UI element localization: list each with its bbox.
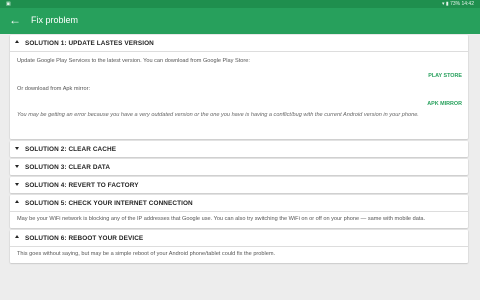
solution-title: SOLUTION 6: REBOOT YOUR DEVICE <box>25 234 144 242</box>
solution-header-6[interactable]: SOLUTION 6: REBOOT YOUR DEVICE <box>10 230 468 246</box>
app-toolbar: ← Fix problem <box>0 8 480 34</box>
solution-text: May be your WiFi network is blocking any… <box>17 215 426 222</box>
solution-card-4: SOLUTION 4: REVERT TO FACTORY <box>10 177 468 193</box>
solution-card-2: SOLUTION 2: CLEAR CACHE <box>10 141 468 157</box>
battery-icon: ▮ <box>445 1 449 7</box>
back-arrow-icon[interactable]: ← <box>9 14 21 26</box>
divider <box>10 246 468 247</box>
solution-header-5[interactable]: SOLUTION 5: CHECK YOUR INTERNET CONNECTI… <box>10 195 468 211</box>
chevron-down-icon <box>15 164 19 168</box>
solution-header-1[interactable]: SOLUTION 1: UPDATE LASTES VERSION <box>10 35 468 51</box>
solution-header-2[interactable]: SOLUTION 2: CLEAR CACHE <box>10 141 468 157</box>
solution-text: Update Google Play Services to the lates… <box>17 57 250 64</box>
play-store-button[interactable]: PLAY STORE <box>10 73 468 79</box>
solution-text: This goes without saying, but may be a s… <box>17 250 276 257</box>
chevron-down-icon <box>15 182 19 186</box>
solution-card-1: SOLUTION 1: UPDATE LASTES VERSION Update… <box>10 35 468 139</box>
solution-text: Or download from Apk mirror: <box>17 85 91 92</box>
chevron-up-icon <box>15 235 19 238</box>
wifi-icon: ▾ <box>442 1 445 7</box>
clock: 14:42 <box>461 1 474 7</box>
status-right: ▾ ▮ 73% 14:42 <box>442 1 474 7</box>
image-icon: ▣ <box>6 1 11 7</box>
chevron-up-icon <box>15 40 19 43</box>
status-bar: ▣ ▾ ▮ 73% 14:42 <box>0 0 480 8</box>
page-title: Fix problem <box>31 15 79 25</box>
solution-title: SOLUTION 2: CLEAR CACHE <box>25 145 117 153</box>
chevron-down-icon <box>15 146 19 150</box>
solution-header-4[interactable]: SOLUTION 4: REVERT TO FACTORY <box>10 177 468 193</box>
solution-card-6: SOLUTION 6: REBOOT YOUR DEVICE This goes… <box>10 230 468 263</box>
solution-card-3: SOLUTION 3: CLEAR DATA <box>10 159 468 175</box>
divider <box>10 51 468 52</box>
apk-mirror-button[interactable]: APK MIRROR <box>10 101 468 107</box>
battery-level: 73% <box>450 1 461 7</box>
solution-card-5: SOLUTION 5: CHECK YOUR INTERNET CONNECTI… <box>10 195 468 228</box>
divider <box>10 211 468 212</box>
solution-title: SOLUTION 1: UPDATE LASTES VERSION <box>25 39 154 47</box>
solutions-list: SOLUTION 1: UPDATE LASTES VERSION Update… <box>10 35 468 265</box>
solution-title: SOLUTION 4: REVERT TO FACTORY <box>25 181 139 189</box>
solution-title: SOLUTION 3: CLEAR DATA <box>25 163 111 171</box>
solution-note: You may be getting an error because you … <box>17 111 419 118</box>
solution-header-3[interactable]: SOLUTION 3: CLEAR DATA <box>10 159 468 175</box>
solution-title: SOLUTION 5: CHECK YOUR INTERNET CONNECTI… <box>25 199 193 207</box>
chevron-up-icon <box>15 200 19 203</box>
